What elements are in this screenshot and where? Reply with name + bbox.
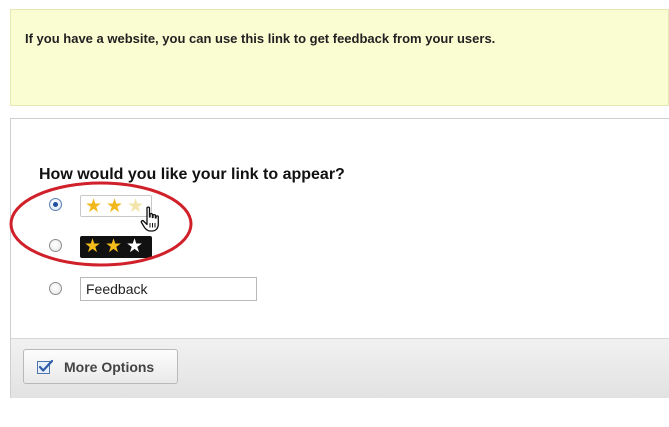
feedback-link-page: If you have a website, you can use this … bbox=[0, 0, 669, 427]
dark-star-rating-preview[interactable]: ★ ★ ★ bbox=[80, 236, 152, 258]
radio-dark-stars[interactable] bbox=[49, 239, 62, 252]
info-banner-text: If you have a website, you can use this … bbox=[25, 31, 496, 46]
light-star-rating-preview[interactable]: ★ ★ ★ bbox=[80, 195, 152, 217]
star-filled-icon: ★ bbox=[105, 235, 123, 257]
feedback-text-input[interactable] bbox=[80, 277, 257, 301]
info-banner: If you have a website, you can use this … bbox=[10, 9, 669, 106]
appearance-question: How would you like your link to appear? bbox=[39, 166, 345, 183]
star-white-icon: ★ bbox=[126, 235, 144, 257]
star-filled-icon: ★ bbox=[106, 195, 124, 217]
radio-text-link[interactable] bbox=[49, 282, 62, 295]
radio-light-stars[interactable] bbox=[49, 198, 62, 211]
more-options-button[interactable]: More Options bbox=[23, 349, 178, 384]
checkbox-check-icon bbox=[37, 359, 53, 374]
star-empty-icon: ★ bbox=[127, 195, 145, 217]
more-options-label: More Options bbox=[64, 359, 155, 375]
star-filled-icon: ★ bbox=[84, 235, 102, 257]
star-filled-icon: ★ bbox=[85, 195, 103, 217]
radio-selected-dot bbox=[53, 202, 58, 207]
